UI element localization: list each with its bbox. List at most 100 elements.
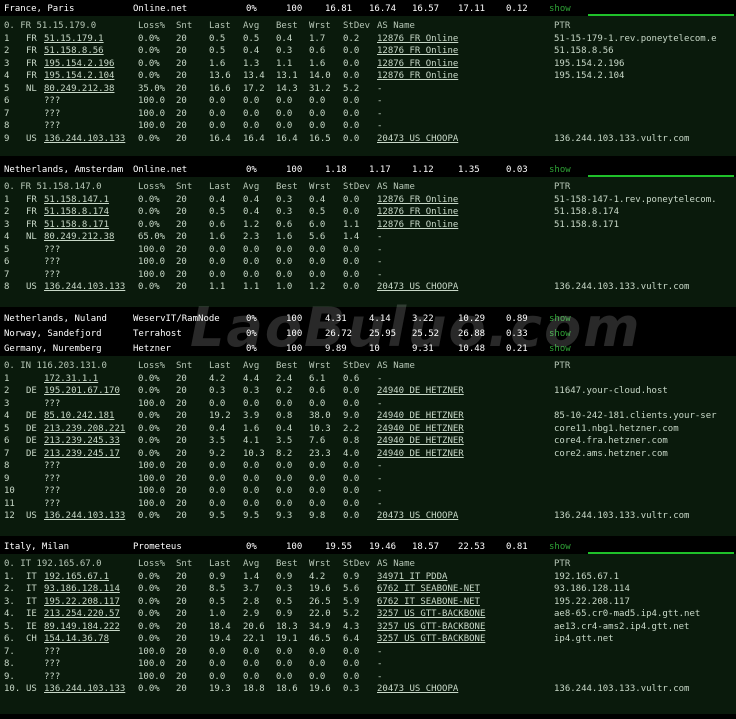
summary-avg: 16.81 [325,4,353,14]
traceroute-panel: 0. FR 51.158.147.0 Loss% Snt Last Avg Best Wrs… [0,177,736,307]
hop-as[interactable]: 24940 DE HETZNER [377,385,464,398]
hop-as: - [377,121,383,131]
hop-snt: 20 [176,596,187,607]
hop-avg: 2.8 [243,596,260,607]
hop-as[interactable]: 24940 DE HETZNER [377,423,464,436]
hop-cc: DE [26,423,37,434]
hop-last: 0.0 [209,257,226,267]
hop-ip[interactable]: 93.186.128.114 [44,583,120,596]
hop-snt: 20 [176,411,187,421]
hop-ip[interactable]: 51.15.179.1 [44,33,104,46]
hop-ip[interactable]: 213.239.208.221 [44,423,125,436]
hop-ip[interactable]: 89.149.184.222 [44,621,120,634]
hop-ip[interactable]: 195.201.67.170 [44,385,120,398]
hop-as[interactable]: 24940 DE HETZNER [377,410,464,423]
hop-ip[interactable]: 172.31.1.1 [44,373,98,386]
hop-wrst: 38.0 [309,411,331,421]
hop-ip[interactable]: 195.22.208.117 [44,596,120,609]
hop-best: 1.0 [276,282,293,292]
hop-stdev: 4.0 [343,448,360,459]
hop-ip[interactable]: 213.239.245.33 [44,435,120,448]
table-row: 9.??? 100.0 20 0.0 0.0 0.0 0.0 0.0 - [0,671,736,684]
hop-ip[interactable]: 154.14.36.78 [44,633,109,646]
hop-as[interactable]: 24940 DE HETZNER [377,448,464,461]
table-row: 5 DE 213.239.208.221 0.0% 20 0.4 1.6 0.4 10.3 2.2… [0,423,736,436]
first-hop: 0. IN 116.203.131.0 [4,361,107,371]
show-link[interactable]: show [549,541,571,554]
hop-loss: 100.0 [138,244,166,255]
hop-best: 0.0 [276,461,293,471]
hop-snt: 20 [176,207,187,217]
column-header-stdev: StDev [343,182,371,192]
hop-last: 0.4 [209,194,226,205]
hop-ip[interactable]: 85.10.242.181 [44,410,114,423]
hop-as[interactable]: 12876 FR Online [377,33,458,46]
hop-as[interactable]: 6762 IT SEABONE-NET [377,583,480,596]
hop-loss: 100.0 [138,461,166,471]
hop-ip[interactable]: 136.244.103.133 [44,281,125,294]
hop-stdev: 0.0 [343,498,360,509]
hop-loss: 0.0% [138,46,160,56]
hop-as[interactable]: 20473 US CHOOPA [377,281,458,294]
hop-as[interactable]: 6762 IT SEABONE-NET [377,596,480,609]
hop-ip[interactable]: 213.254.220.57 [44,608,120,621]
hop-ip[interactable]: 51.158.8.174 [44,206,109,219]
hop-ip[interactable]: 195.154.2.196 [44,58,114,71]
hop-ip[interactable]: 80.249.212.38 [44,83,114,96]
hop-as[interactable]: 20473 US CHOOPA [377,683,458,696]
hop-ip[interactable]: 213.239.245.17 [44,448,120,461]
summary-location: France, Paris [4,4,75,14]
hop-as[interactable]: 12876 FR Online [377,45,458,58]
column-header-loss: Loss% [138,559,166,569]
hop-avg: 0.0 [243,659,260,669]
hop-stdev: 0.0 [343,46,360,56]
hop-as: - [377,96,383,106]
hop-as[interactable]: 12876 FR Online [377,194,458,207]
hop-as[interactable]: 20473 US CHOOPA [377,133,458,146]
hop-ip[interactable]: 80.249.212.38 [44,231,114,244]
hop-last: 0.0 [209,498,226,509]
column-header-last: Last [209,21,231,31]
hop-avg: 1.2 [243,219,260,230]
hop-stdev: 0.6 [343,373,360,384]
column-header-wrst: Wrst [309,182,331,192]
hop-ip[interactable]: 136.244.103.133 [44,133,125,146]
hop-as[interactable]: 12876 FR Online [377,58,458,71]
show-link[interactable]: show [549,3,571,16]
hop-ip[interactable]: 192.165.67.1 [44,571,109,584]
table-row: 4 NL 80.249.212.38 65.0% 20 1.6 2.3 1.6 5.6 1.4 - [0,231,736,244]
hop-snt: 20 [176,584,187,594]
hop-as[interactable]: 3257 US GTT-BACKBONE [377,608,485,621]
hop-as[interactable]: 12876 FR Online [377,219,458,232]
hop-ip[interactable]: 136.244.103.133 [44,510,125,523]
hop-loss: 0.0% [138,219,160,230]
table-row: 7??? 100.0 20 0.0 0.0 0.0 0.0 0.0 - [0,269,736,282]
hop-best: 0.6 [276,219,293,230]
hop-ip[interactable]: 136.244.103.133 [44,683,125,696]
hop-as[interactable]: 12876 FR Online [377,206,458,219]
hop-loss: 0.0% [138,511,160,521]
hop-stdev: 0.0 [343,207,360,217]
hop-best: 14.3 [276,83,298,94]
hop-as[interactable]: 12876 FR Online [377,70,458,83]
hop-stdev: 0.0 [343,659,360,669]
hop-ptr: 51.158.8.56 [554,46,614,56]
hop-stdev: 0.0 [343,58,360,69]
hop-last: 0.0 [209,121,226,131]
hop-as[interactable]: 3257 US GTT-BACKBONE [377,633,485,646]
hop-as[interactable]: 20473 US CHOOPA [377,510,458,523]
hop-ip[interactable]: 51.158.8.56 [44,45,104,58]
hop-as[interactable]: 3257 US GTT-BACKBONE [377,621,485,634]
hop-as[interactable]: 24940 DE HETZNER [377,435,464,448]
hop-ptr: 195.22.208.117 [554,596,630,607]
hop-as[interactable]: 34971 IT PDDA [377,571,447,584]
hop-wrst: 19.6 [309,684,331,694]
hop-stdev: 0.0 [343,398,360,409]
show-link[interactable]: show [549,164,571,177]
hop-ip[interactable]: 51.158.147.1 [44,194,109,207]
hop-wrst: 0.4 [309,194,326,205]
hop-last: 1.0 [209,609,226,619]
hop-ip[interactable]: 195.154.2.104 [44,70,114,83]
hop-ip[interactable]: 51.158.8.171 [44,219,109,232]
summary-loss: 0% [246,4,257,14]
